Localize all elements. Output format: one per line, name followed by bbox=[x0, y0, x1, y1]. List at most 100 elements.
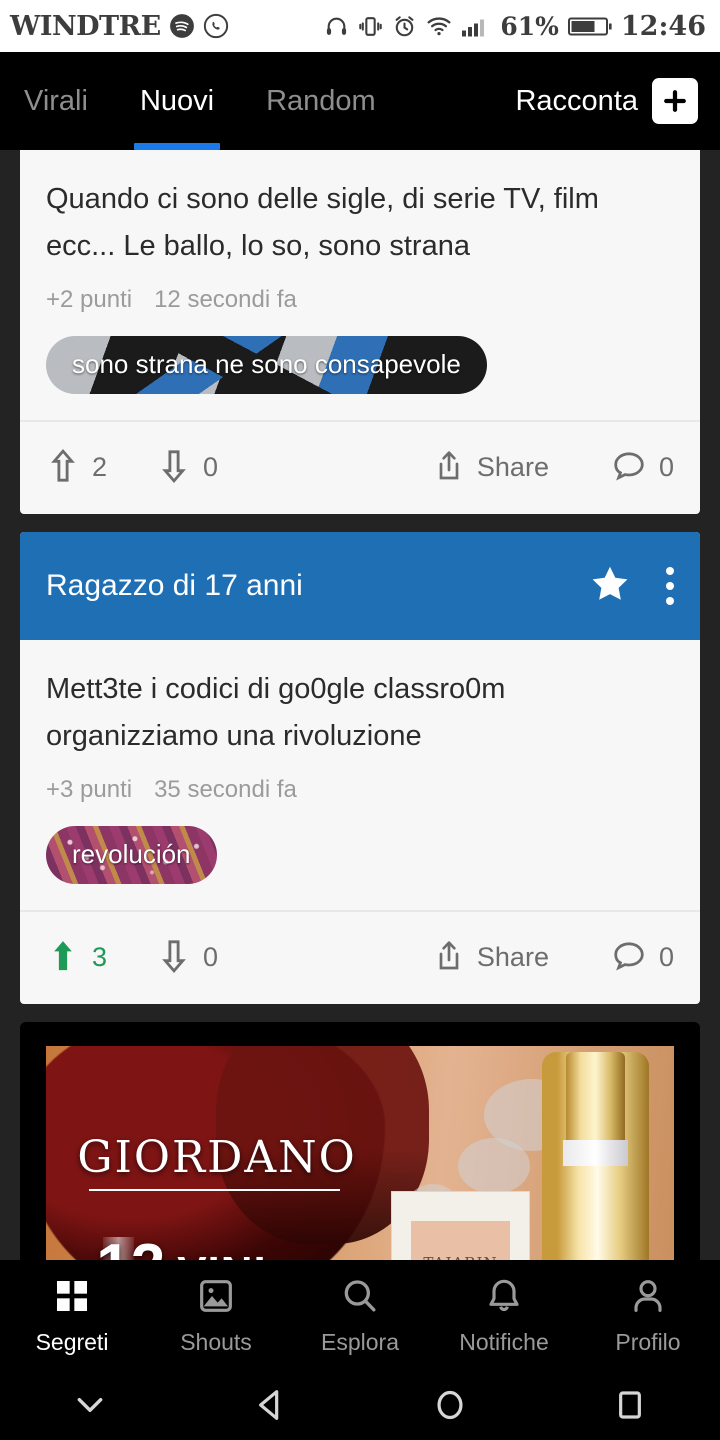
post-actions: 2 0 Share 0 bbox=[20, 422, 700, 514]
comment-count: 0 bbox=[658, 452, 674, 483]
add-post-button[interactable] bbox=[652, 78, 698, 124]
share-label: Share bbox=[476, 452, 549, 483]
post-card[interactable]: Quando ci sono delle sigle, di serie TV,… bbox=[20, 150, 700, 514]
bell-icon bbox=[484, 1276, 524, 1319]
post-header: Ragazzo di 17 anni bbox=[20, 531, 700, 640]
comment-icon bbox=[611, 449, 647, 486]
compose-group[interactable]: Racconta bbox=[515, 78, 698, 124]
upvote-count: 3 bbox=[92, 942, 108, 973]
carrier-label: WINDTRE bbox=[10, 10, 161, 42]
headphones-icon bbox=[324, 14, 349, 39]
comment-button[interactable]: 0 bbox=[611, 939, 674, 976]
post-tag-chip[interactable]: revolución bbox=[46, 825, 217, 884]
bottle-cap bbox=[563, 1139, 628, 1166]
post-text: Mett3te i codici di go0gle classro0m org… bbox=[46, 672, 506, 752]
share-icon bbox=[433, 448, 465, 487]
post-body: Mett3te i codici di go0gle classro0m org… bbox=[20, 640, 700, 804]
tab-random[interactable]: Random bbox=[264, 81, 378, 122]
arrow-up-icon bbox=[46, 447, 80, 488]
post-card[interactable]: Ragazzo di 17 anni Mett3te i codici di g… bbox=[20, 531, 700, 1004]
post-header-actions bbox=[588, 562, 674, 609]
post-header-title: Ragazzo di 17 anni bbox=[46, 568, 303, 602]
wifi-icon bbox=[426, 13, 452, 39]
downvote-count: 0 bbox=[203, 452, 219, 483]
more-vertical-icon bbox=[666, 566, 674, 605]
wine-bottle-graphic bbox=[542, 1052, 649, 1260]
status-bar-left: WINDTRE bbox=[10, 11, 229, 42]
home-icon bbox=[430, 1385, 470, 1428]
post-tag-chip[interactable]: sono strana ne sono consapevole bbox=[46, 335, 487, 394]
post-tags: revolución bbox=[20, 804, 700, 910]
home-button[interactable] bbox=[360, 1385, 540, 1428]
signal-icon bbox=[461, 14, 491, 39]
tab-virali[interactable]: Virali bbox=[22, 81, 90, 122]
ad-line1-text: VINI bbox=[177, 1248, 267, 1260]
search-icon bbox=[340, 1276, 380, 1319]
nav-label-notifiche: Notifiche bbox=[459, 1329, 549, 1355]
bokeh-graphic bbox=[457, 1138, 530, 1195]
tab-nuovi[interactable]: Nuovi bbox=[133, 81, 221, 150]
comment-button[interactable]: 0 bbox=[611, 449, 674, 486]
ad-brand-logo: GIORDANO bbox=[77, 1131, 357, 1191]
back-icon bbox=[250, 1385, 290, 1428]
downvote-count: 0 bbox=[203, 942, 219, 973]
post-points: +3 punti bbox=[46, 775, 133, 803]
grid-icon bbox=[52, 1276, 92, 1319]
post-time: 12 secondi fa bbox=[154, 285, 297, 313]
hide-keyboard-button[interactable] bbox=[0, 1390, 180, 1423]
nav-label-profilo: Profilo bbox=[615, 1329, 681, 1355]
system-navigation-bar bbox=[0, 1372, 720, 1440]
battery-icon bbox=[567, 14, 612, 39]
nav-item-notifiche[interactable]: Notifiche bbox=[432, 1276, 576, 1356]
status-bar: WINDTRE 61% 12:46 bbox=[0, 0, 720, 52]
share-button[interactable]: Share bbox=[433, 448, 549, 487]
post-text: Quando ci sono delle sigle, di serie TV,… bbox=[46, 183, 599, 262]
post-tag-label: revolución bbox=[72, 839, 191, 870]
post-tag-label: sono strana ne sono consapevole bbox=[72, 349, 461, 380]
arrow-up-icon bbox=[46, 937, 80, 978]
vibrate-icon bbox=[358, 14, 383, 39]
star-icon bbox=[588, 562, 632, 609]
share-icon bbox=[433, 938, 465, 977]
post-meta: +3 punti 35 secondi fa bbox=[46, 776, 674, 804]
ad-line1-number: 12 bbox=[96, 1231, 165, 1260]
top-tab-bar: Virali Nuovi Random Racconta bbox=[0, 52, 720, 150]
comment-icon bbox=[611, 939, 647, 976]
recents-button[interactable] bbox=[540, 1385, 720, 1428]
arrow-down-icon bbox=[157, 937, 191, 978]
upvote-count: 2 bbox=[92, 452, 108, 483]
nav-label-segreti: Segreti bbox=[35, 1329, 109, 1355]
post-tags: sono strana ne sono consapevole bbox=[20, 314, 700, 420]
back-button[interactable] bbox=[180, 1385, 360, 1428]
nav-label-shouts: Shouts bbox=[180, 1329, 252, 1355]
compose-label[interactable]: Racconta bbox=[515, 85, 638, 118]
ad-headline-line1: 12 VINI bbox=[96, 1231, 267, 1260]
status-bar-right: 61% 12:46 bbox=[324, 11, 706, 42]
battery-percent-label: 61% bbox=[500, 11, 559, 41]
upvote-button[interactable]: 2 bbox=[46, 447, 107, 488]
recents-icon bbox=[610, 1385, 650, 1428]
spotify-icon bbox=[169, 13, 195, 39]
favorite-button[interactable] bbox=[588, 562, 632, 609]
nav-item-segreti[interactable]: Segreti bbox=[0, 1276, 144, 1356]
upvote-button[interactable]: 3 bbox=[46, 937, 107, 978]
bottom-navigation-bar: Segreti Shouts Esplora Notifiche Profilo bbox=[0, 1260, 720, 1372]
comment-count: 0 bbox=[658, 942, 674, 973]
post-meta: +2 punti 12 secondi fa bbox=[46, 286, 674, 314]
nav-item-shouts[interactable]: Shouts bbox=[144, 1276, 288, 1356]
downvote-button[interactable]: 0 bbox=[157, 937, 218, 978]
ad-image[interactable]: TAJARIN ALL'UOVO GIORDANO 12 VINI + 4 SP… bbox=[46, 1045, 674, 1260]
nav-item-profilo[interactable]: Profilo bbox=[576, 1276, 720, 1356]
advertisement-card[interactable]: TAJARIN ALL'UOVO GIORDANO 12 VINI + 4 SP… bbox=[20, 1021, 700, 1260]
post-points: +2 punti bbox=[46, 285, 133, 313]
feed-list[interactable]: Quando ci sono delle sigle, di serie TV,… bbox=[0, 150, 720, 1260]
bottle-neck bbox=[565, 1052, 626, 1150]
downvote-button[interactable]: 0 bbox=[157, 447, 218, 488]
clock-label: 12:46 bbox=[620, 10, 706, 42]
nav-label-esplora: Esplora bbox=[321, 1329, 399, 1355]
share-button[interactable]: Share bbox=[433, 938, 549, 977]
person-icon bbox=[628, 1276, 668, 1319]
nav-item-esplora[interactable]: Esplora bbox=[288, 1276, 432, 1356]
post-body: Quando ci sono delle sigle, di serie TV,… bbox=[20, 150, 700, 314]
post-options-button[interactable] bbox=[666, 566, 674, 605]
